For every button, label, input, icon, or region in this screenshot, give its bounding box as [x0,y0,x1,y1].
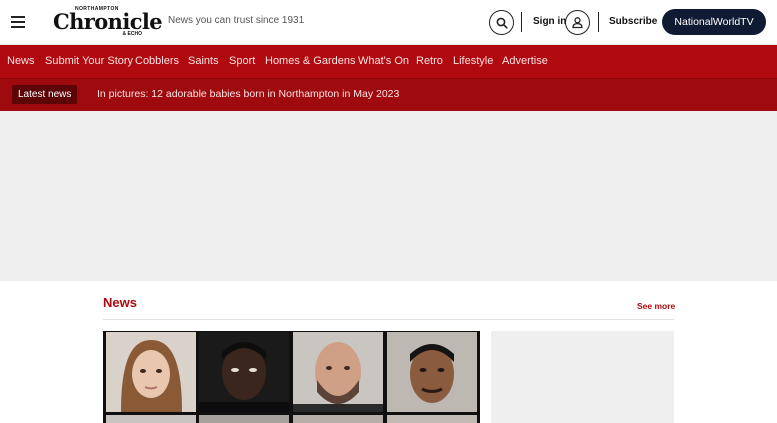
nav-item-homes-gardens[interactable]: Homes & Gardens [265,55,355,67]
user-account-button[interactable] [565,10,590,35]
header-divider [598,12,599,32]
nav-item-submit-your-story[interactable]: Submit Your Story [45,55,133,67]
site-header: NORTHAMPTON Chronicle & ECHO News you ca… [0,0,777,45]
user-icon [572,17,583,29]
mugshot-photo [387,415,477,423]
nav-item-lifestyle[interactable]: Lifestyle [453,55,493,67]
mugshot-photo [106,415,196,423]
advertisement-slot [0,111,777,281]
lead-story-image[interactable] [103,331,480,423]
nav-item-whats-on[interactable]: What's On [358,55,409,67]
mugshot-photo [199,415,289,423]
nav-item-cobblers[interactable]: Cobblers [135,55,179,67]
hamburger-menu-icon[interactable] [11,16,25,28]
mugshot-photo [293,415,383,423]
search-icon [496,17,508,29]
nav-item-advertise[interactable]: Advertise [502,55,548,67]
news-section-title[interactable]: News [103,295,137,310]
site-logo[interactable]: NORTHAMPTON Chronicle & ECHO [53,6,163,37]
logo-sub-text: & ECHO [122,31,142,37]
mugshot-photo [293,332,383,412]
section-divider [103,319,674,320]
latest-news-label: Latest news [12,85,78,104]
latest-news-bar: Latest news In pictures: 12 adorable bab… [0,78,777,111]
mugshot-photo [387,332,477,412]
nav-item-retro[interactable]: Retro [416,55,443,67]
nationalworldtv-button[interactable]: NationalWorldTV [662,9,766,35]
side-story-placeholder[interactable] [491,331,674,423]
logo-main-text: Chronicle [53,9,163,34]
nav-item-news[interactable]: News [7,55,35,67]
nav-item-sport[interactable]: Sport [229,55,255,67]
sign-in-link[interactable]: Sign in [533,16,566,27]
see-more-link[interactable]: See more [637,301,675,311]
header-divider [521,12,522,32]
site-tagline: News you can trust since 1931 [168,15,305,26]
main-navigation: News Submit Your Story Cobblers Saints S… [0,45,777,78]
nav-item-saints[interactable]: Saints [188,55,219,67]
latest-news-headline[interactable]: In pictures: 12 adorable babies born in … [97,88,399,100]
mugshot-photo [199,332,289,412]
mugshot-photo [106,332,196,412]
subscribe-link[interactable]: Subscribe [609,16,657,27]
search-button[interactable] [489,10,514,35]
